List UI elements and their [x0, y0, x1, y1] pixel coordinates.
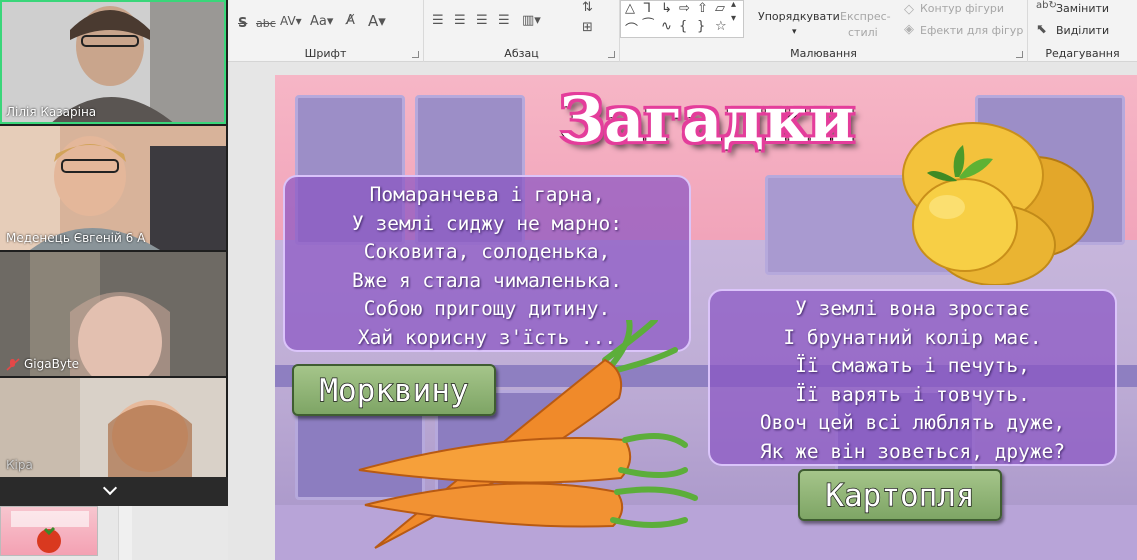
thumbnail-preview [11, 511, 89, 553]
potatoes-illustration [902, 122, 1094, 285]
curve-connector-icon[interactable]: ⁀ [643, 19, 653, 34]
font-color-icon[interactable]: A▾ [368, 12, 386, 30]
char-spacing-icon[interactable]: AV▾ [280, 14, 302, 28]
brace-left-icon[interactable]: { [679, 19, 687, 34]
strikethrough-icon[interactable]: S [238, 16, 247, 31]
curve-shape-icon[interactable]: ⌒ [625, 19, 638, 38]
drawing-dialog-launcher[interactable] [1016, 51, 1023, 58]
arrange-dropdown-icon[interactable]: ▾ [792, 27, 797, 37]
paragraph-group-label: Абзац [504, 47, 539, 60]
smartart-icon[interactable]: ⊞ [582, 20, 593, 35]
triangle-shape-icon[interactable]: △ [625, 1, 635, 16]
paragraph-group: ☰ ☰ ☰ ☰ ▥▾ ⇅ ⊞ Абзац [424, 0, 620, 62]
participant-video [0, 378, 226, 477]
editing-group: ab↻ Замінити ⬉ Виділити Редагування [1028, 0, 1137, 62]
thumbnail-scrollbar[interactable] [118, 506, 132, 560]
riddle-line: У землі сиджу не марно: [351, 211, 623, 235]
gallery-more-icon[interactable]: ▾ [731, 13, 736, 24]
gallery-up-icon[interactable]: ▴ [731, 0, 736, 10]
riddle-line: Овоч цей всі люблять дуже, [759, 411, 1066, 434]
participant-tile[interactable]: Лілія Казаріна [0, 0, 226, 124]
replace-icon[interactable]: ab↻ [1036, 0, 1057, 11]
show-more-participants[interactable] [0, 477, 228, 506]
shape-fill-icon[interactable]: ◇ [904, 2, 914, 17]
abc-strike-icon[interactable]: abc [256, 17, 276, 30]
shape-outline-button[interactable]: Контур фігури [920, 2, 1004, 15]
elbow-arrow-icon[interactable]: ↳ [661, 1, 672, 16]
drawing-group: △ ᒣ ↳ ⇨ ⇧ ▱ ⌒ ⁀ ∿ { } ☆ ▴ ▾ Упорядкувати… [620, 0, 1028, 62]
quick-styles-button[interactable]: Експрес- [840, 10, 891, 23]
slide-title[interactable]: Загадки [557, 82, 857, 157]
shapes-gallery[interactable]: △ ᒣ ↳ ⇨ ⇧ ▱ ⌒ ⁀ ∿ { } ☆ ▴ ▾ [620, 0, 744, 38]
elbow-connector-icon[interactable]: ᒣ [643, 1, 651, 16]
editing-group-label: Редагування [1045, 47, 1120, 60]
font-dialog-launcher[interactable] [412, 51, 419, 58]
participant-name: Кіра [6, 458, 33, 472]
riddle-line: Її смажать і печуть, [795, 354, 1030, 377]
justify-icon[interactable]: ☰ [498, 13, 510, 28]
riddle-line: Соковита, солоденька, [363, 240, 611, 263]
select-cursor-icon[interactable]: ⬉ [1036, 22, 1047, 37]
shape-effects-icon[interactable]: ◈ [904, 22, 914, 37]
riddle-box-potato[interactable]: У землі вона зростає І брунатний колір м… [708, 289, 1117, 466]
participant-name: GigaByte [24, 357, 80, 371]
columns-icon[interactable]: ▥▾ [522, 13, 541, 28]
align-right-icon[interactable]: ☰ [476, 13, 488, 28]
freeform-icon[interactable]: ∿ [661, 19, 672, 34]
participant-tile[interactable]: Меденець Євгеній 6 А [0, 126, 226, 250]
slide-thumbnail-pane [0, 506, 228, 560]
align-center-icon[interactable]: ☰ [454, 13, 466, 28]
participant-tile[interactable]: Кіра [0, 378, 226, 477]
participant-name: Меденець Євгеній 6 А [6, 231, 146, 245]
microphone-muted-icon [6, 358, 20, 371]
riddle-line: Як же він зоветься, друже? [759, 439, 1066, 463]
participant-video-panel: Лілія Казаріна Меденець Євгеній 6 А Giga… [0, 0, 228, 506]
slide[interactable]: Загадки Помаранчева і гарна, У землі сид… [275, 75, 1137, 560]
carrots-illustration [358, 320, 698, 549]
shape-effects-button[interactable]: Ефекти для фігур [920, 24, 1023, 37]
change-case-icon[interactable]: Aa▾ [310, 14, 333, 29]
participant-name: Лілія Казаріна [6, 105, 97, 119]
arrange-button[interactable]: Упорядкувати [758, 10, 840, 23]
arrow-up-shape-icon[interactable]: ⇧ [697, 1, 708, 16]
slide-thumbnail[interactable] [0, 506, 98, 556]
font-group: S abc AV▾ Aa▾ A̸ A▾ Шрифт [228, 0, 424, 62]
brace-right-icon[interactable]: } [697, 19, 705, 34]
font-group-label: Шрифт [304, 47, 347, 60]
replace-button[interactable]: Замінити [1056, 2, 1109, 15]
answer-button-carrot[interactable]: Морквину [292, 364, 496, 416]
callout-shape-icon[interactable]: ▱ [715, 1, 725, 16]
drawing-group-label: Малювання [790, 47, 857, 60]
riddle-line: Помаранчева і гарна, [369, 183, 605, 206]
participant-tile[interactable]: GigaByte [0, 252, 226, 376]
ribbon: S abc AV▾ Aa▾ A̸ A▾ Шрифт ☰ ☰ ☰ ☰ ▥▾ ⇅ ⊞… [228, 0, 1137, 62]
riddle-line: Вже я стала чималенька. [351, 268, 623, 292]
answer-button-potato[interactable]: Картопля [798, 469, 1002, 521]
star-shape-icon[interactable]: ☆ [715, 19, 727, 34]
text-direction-icon[interactable]: ⇅ [582, 0, 593, 15]
select-button[interactable]: Виділити [1056, 24, 1109, 37]
riddle-line: І брунатний колір має. [783, 325, 1042, 349]
chevron-down-icon[interactable] [102, 480, 118, 496]
riddle-line: У землі вона зростає [795, 297, 1030, 320]
align-left-icon[interactable]: ☰ [432, 13, 444, 28]
paragraph-dialog-launcher[interactable] [608, 51, 615, 58]
arrow-right-shape-icon[interactable]: ⇨ [679, 1, 690, 16]
riddle-line: Її варять і товчуть. [795, 382, 1030, 406]
quick-styles-label: стилі [848, 26, 878, 39]
clear-format-icon[interactable]: A̸ [346, 13, 355, 28]
